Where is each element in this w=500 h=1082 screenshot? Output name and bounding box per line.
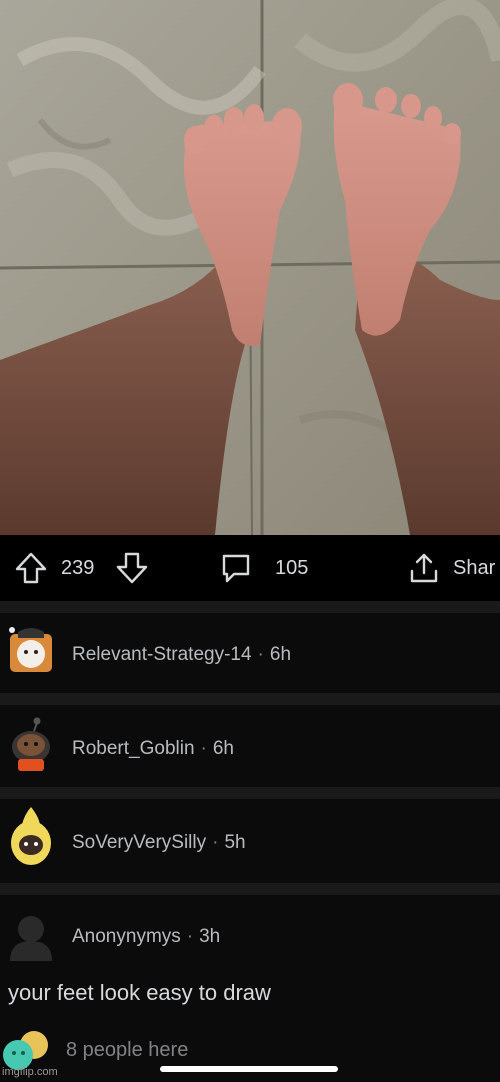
share-icon: [407, 551, 441, 585]
comments-button[interactable]: [219, 535, 253, 601]
post-action-bar: 239 105 Shar: [0, 535, 500, 601]
share-button[interactable]: Shar: [407, 535, 495, 601]
comment-bubble-icon: [219, 551, 253, 585]
timestamp: 6h: [269, 644, 292, 665]
timestamp: 3h: [199, 926, 221, 947]
comment-collapsed[interactable]: SoVeryVerySilly · 5h: [0, 799, 500, 883]
vote-count: 239: [61, 535, 94, 601]
downvote-arrow-icon: [115, 551, 149, 585]
divider: [0, 601, 500, 613]
comment-collapsed[interactable]: Robert_Goblin · 6h: [0, 705, 500, 787]
avatar[interactable]: [4, 807, 58, 865]
comment-body: your feet look easy to draw: [8, 980, 271, 1005]
separator-dot: ·: [200, 738, 207, 759]
presence-count: 8 people here: [66, 1039, 189, 1061]
comment-meta: Relevant-Strategy-14 · 6h: [72, 644, 291, 666]
home-indicator[interactable]: [160, 1066, 338, 1072]
comment-meta: Anonynymys · 3h: [72, 926, 220, 948]
comment-meta: Robert_Goblin · 6h: [72, 738, 234, 760]
timestamp: 6h: [212, 738, 234, 759]
comment-count: 105: [275, 535, 308, 601]
divider: [0, 787, 500, 799]
upvote-count-label: 239: [61, 556, 95, 579]
timestamp: 5h: [224, 832, 246, 853]
downvote-button[interactable]: [115, 535, 149, 601]
divider: [0, 883, 500, 895]
presence-bar[interactable]: 8 people here: [0, 1023, 500, 1082]
post-image[interactable]: [0, 0, 500, 535]
separator-dot: ·: [186, 926, 194, 947]
username[interactable]: Anonynymys: [72, 926, 181, 947]
watermark: imgflip.com: [2, 1066, 58, 1078]
upvote-arrow-icon: [14, 551, 48, 585]
comment-collapsed[interactable]: Relevant-Strategy-14 · 6h: [0, 613, 500, 693]
share-label: Shar: [453, 556, 496, 579]
comment-meta: SoVeryVerySilly · 5h: [72, 832, 246, 854]
avatar[interactable]: [4, 624, 58, 678]
username[interactable]: SoVeryVerySilly: [72, 832, 206, 853]
avatar[interactable]: [4, 907, 58, 961]
feet-photo: [0, 0, 500, 535]
avatar[interactable]: [4, 717, 58, 771]
comment-count-label: 105: [275, 556, 309, 579]
comment[interactable]: Anonynymys · 3h your feet look easy to dra…: [0, 895, 500, 1023]
username[interactable]: Robert_Goblin: [72, 738, 195, 759]
upvote-button[interactable]: [14, 535, 48, 601]
separator-dot: ·: [257, 644, 264, 665]
username[interactable]: Relevant-Strategy-14: [72, 644, 252, 665]
divider: [0, 693, 500, 705]
separator-dot: ·: [212, 832, 219, 853]
